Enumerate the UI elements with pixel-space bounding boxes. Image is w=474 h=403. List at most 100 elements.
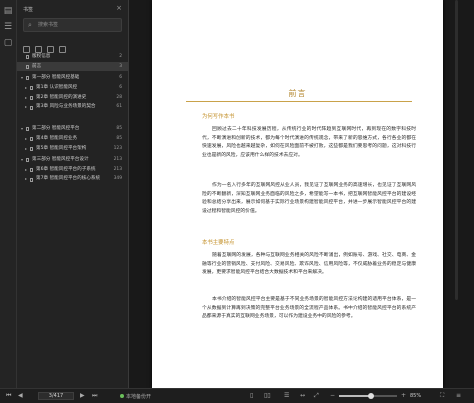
chevron-down-icon[interactable]: ▾ [21, 124, 23, 133]
bookmark-item[interactable]: ▸ 第3章 风险与业务场景的契合 61 [17, 103, 128, 117]
bookmark-page-number: 6 [119, 75, 122, 80]
single-page-view-icon[interactable]: ▯ [250, 393, 253, 399]
bookmark-label: 第1章 认识智能风控 [36, 85, 78, 90]
bookmark-icon [26, 76, 29, 80]
bookmark-item[interactable]: ▾ 第三部分 智能风控平台设计 213 [17, 155, 128, 164]
zoom-level[interactable]: 85% [410, 393, 421, 399]
bookmark-page-number: 2 [119, 54, 122, 59]
bookmark-icon [30, 168, 33, 172]
chevron-right-icon[interactable]: ▸ [25, 165, 27, 174]
left-rail: ▤ ☰ ▢ [0, 0, 17, 402]
paragraph-3: 随着互联网的发展，各种与互联网业务相关的风险不断涌出，例如账号、游戏、社交、电商… [202, 253, 416, 276]
page-number-field[interactable]: 3/417 [38, 392, 74, 400]
bookmark-icon [30, 96, 33, 100]
document-page: 前言 为何写作本书 回顾过去二十年科技发展历程，从传统行业的时代阵趋到互联网时代… [152, 0, 443, 388]
fit-width-icon[interactable]: ↔ [300, 393, 305, 399]
bookmark-panel-icon[interactable]: ▤ [3, 6, 13, 16]
bookmark-label: 第二部分 智能风控平台 [32, 126, 80, 131]
bookmark-page-number: 61 [116, 104, 122, 109]
bookmark-page-number: 3 [119, 64, 122, 69]
chevron-down-icon[interactable]: ▾ [21, 73, 23, 82]
thumbnail-panel-icon[interactable]: ▢ [3, 38, 13, 48]
double-page-view-icon[interactable]: ▯▯ [264, 393, 271, 399]
bookmark-item[interactable]: ▸ 第7章 智能风控平台的核心系统 349 [17, 175, 128, 189]
bookmark-label: 第4章 智能风控业务 [36, 136, 78, 141]
bookmark-label: 前言 [32, 64, 42, 69]
bookmark-icon [26, 55, 29, 59]
status-bar: ⏮ ◀ 3/417 ▶ ⏭ 本地备份开 ▯ ▯▯ ☰ ↔ ⤢ − + 85% ⛶… [0, 388, 474, 403]
fit-page-icon[interactable]: ⤢ [314, 393, 319, 399]
bookmark-label: 第三部分 智能风控平台设计 [32, 157, 89, 162]
page-heading: 前言 [288, 89, 307, 98]
bookmark-label: 第6章 智能风控平台的子系统 [36, 167, 96, 172]
scroll-view-icon[interactable]: ☰ [284, 393, 289, 399]
bookmark-page-number: 213 [113, 157, 122, 162]
paragraph-1: 回顾过去二十年科技发展历程，从传统行业的时代阵趋到互联网时代，再到现在的数字科技… [202, 127, 416, 158]
bookmark-label: 第3章 风险与业务场景的契合 [36, 104, 96, 109]
bookmark-item[interactable]: ▸ 第1章 认识智能风控 6 [17, 83, 128, 92]
section-heading-why: 为何写作本书 [202, 114, 235, 120]
vertical-scrollbar[interactable] [455, 0, 459, 386]
bookmark-item[interactable]: ▾ 第二部分 智能风控平台 85 [17, 124, 128, 133]
zoom-slider-fill [339, 395, 371, 397]
heading-rule [186, 101, 412, 102]
zoom-out-icon[interactable]: − [330, 393, 335, 399]
chevron-right-icon[interactable]: ▸ [25, 103, 27, 110]
bookmark-item[interactable]: ▸ 第4章 智能风控业务 85 [17, 134, 128, 143]
bookmark-page-number: 213 [113, 167, 122, 172]
chevron-right-icon[interactable]: ▸ [25, 175, 27, 182]
search-icon: ⌕ [28, 21, 32, 29]
bookmark-icon [26, 158, 29, 162]
bookmark-label: 第5章 智能风控平台架构 [36, 146, 87, 151]
bookmark-page-number: 6 [119, 85, 122, 90]
bookmark-page-number: 85 [116, 126, 122, 131]
bookmark-label: 版权信息 [32, 54, 51, 59]
chevron-right-icon[interactable]: ▸ [25, 83, 27, 92]
chevron-right-icon[interactable]: ▸ [25, 144, 27, 153]
last-page-icon[interactable]: ⏭ [92, 393, 97, 399]
bookmark-item[interactable]: ▸ 第2章 智能风控的演进史 28 [17, 93, 128, 102]
next-page-icon[interactable]: ▶ [80, 393, 85, 399]
sidebar-toolbar [23, 38, 71, 53]
bookmark-icon [30, 86, 33, 90]
bookmark-label: 第2章 智能风控的演进史 [36, 95, 87, 100]
bookmark-item[interactable]: ▸ 第6章 智能风控平台的子系统 213 [17, 165, 128, 174]
bookmark-page-number: 123 [113, 146, 122, 151]
bookmark-page-number: 349 [113, 176, 122, 181]
bookmark-icon [30, 137, 33, 141]
bookmark-item[interactable]: 前言 3 [17, 62, 128, 71]
bookmark-search[interactable]: ⌕ [23, 18, 122, 32]
bookmark-item[interactable]: ▸ 第5章 智能风控平台架构 123 [17, 144, 128, 153]
zoom-slider-knob[interactable] [367, 393, 374, 399]
bookmark-sidebar: 书签 × ⌕ 版权信息 2 前言 3 ▾ 第一部分 智能风控基础 6 ▸ 第1章 认识智能风控 6… [17, 0, 129, 388]
bookmark-icon [30, 106, 33, 110]
paragraph-2: 作为一名入行多年的互联网风控从业人员，我见证了互联网业务的高速增长，也见证了互联… [202, 183, 416, 214]
sync-status[interactable]: 本地备份开 [120, 393, 151, 400]
menu-icon[interactable]: ≡ [456, 393, 461, 399]
zoom-in-icon[interactable]: + [401, 393, 406, 399]
bookmark-page-number: 28 [116, 95, 122, 100]
close-sidebar-icon[interactable]: × [116, 5, 122, 12]
sidebar-title: 书签 [23, 7, 34, 13]
sync-label: 本地备份开 [126, 394, 152, 400]
bookmark-search-input[interactable] [38, 21, 118, 29]
bookmark-icon [30, 178, 33, 182]
scrollbar-thumb[interactable] [455, 0, 458, 300]
fullscreen-icon[interactable]: ⛶ [440, 393, 444, 399]
chevron-right-icon[interactable]: ▸ [25, 134, 27, 143]
bookmark-icon [26, 127, 29, 131]
prev-page-icon[interactable]: ◀ [18, 393, 23, 399]
bookmark-icon [26, 65, 29, 69]
paragraph-4: 本书介绍的智能风控平台主要是基于不同业务场景的智能风控方法论构建的适用平台体系，… [202, 297, 416, 320]
chevron-right-icon[interactable]: ▸ [25, 93, 27, 102]
bookmark-item[interactable]: ▾ 第一部分 智能风控基础 6 [17, 73, 128, 82]
zoom-slider[interactable] [339, 393, 397, 399]
first-page-icon[interactable]: ⏮ [6, 393, 11, 399]
bookmark-item[interactable]: 版权信息 2 [17, 52, 128, 61]
section-heading-features: 本书主要特点 [202, 240, 235, 246]
toc-panel-icon[interactable]: ☰ [3, 22, 13, 32]
sync-dot-icon [120, 394, 124, 398]
bookmark-page-number: 85 [116, 136, 122, 141]
bookmark-icon [30, 147, 33, 151]
chevron-down-icon[interactable]: ▾ [21, 155, 23, 164]
